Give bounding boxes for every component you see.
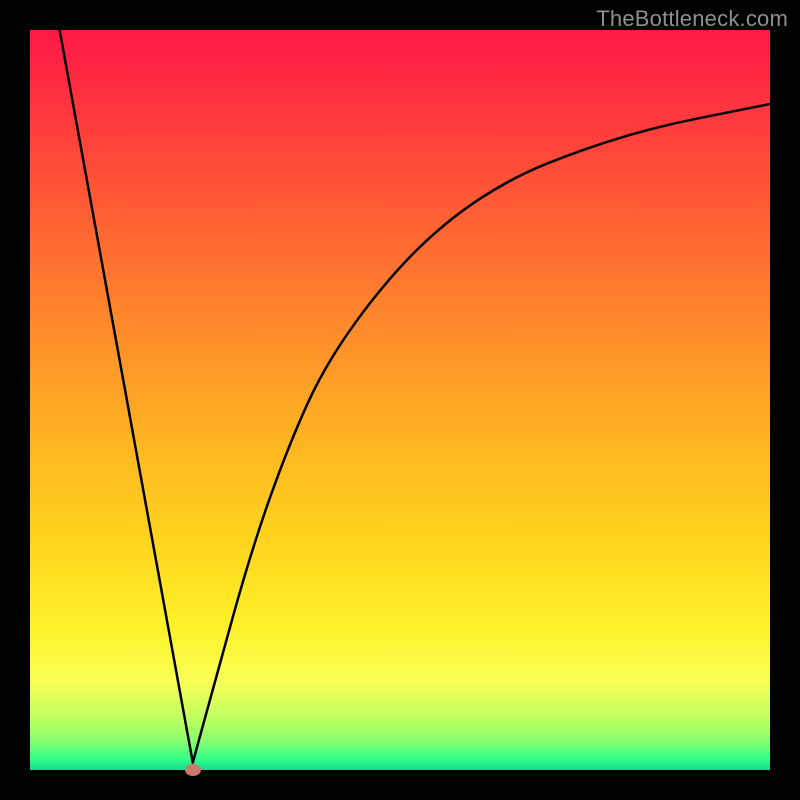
curve-path [60, 30, 770, 763]
watermark-text: TheBottleneck.com [596, 6, 788, 32]
plot-area [30, 30, 770, 770]
chart-frame: TheBottleneck.com [0, 0, 800, 800]
bottleneck-curve [30, 30, 770, 770]
bottleneck-marker [185, 764, 201, 776]
